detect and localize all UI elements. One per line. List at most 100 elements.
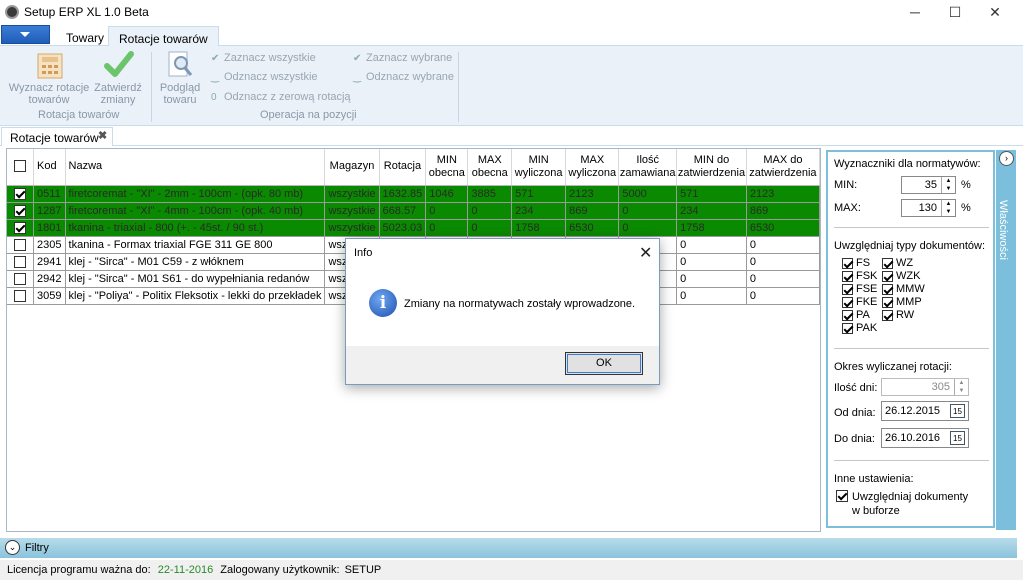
spinner-arrows-icon[interactable]: ▲ ▼ bbox=[941, 200, 955, 216]
product-preview-button[interactable]: Podgląd towaru bbox=[156, 82, 204, 106]
checkbox[interactable] bbox=[842, 296, 853, 308]
row-checkbox-cell[interactable] bbox=[7, 185, 35, 203]
table-cell: tkanina - Formax triaxial FGE 311 GE 800 bbox=[65, 236, 326, 254]
tab-rotacje-towarow[interactable]: Rotacje towarów bbox=[108, 26, 219, 47]
minimize-button[interactable]: ─ bbox=[895, 0, 935, 24]
doc-type-label: RW bbox=[896, 309, 915, 321]
calculate-rotations-button[interactable]: Wyznacz rotacje towarów bbox=[8, 82, 90, 106]
doc-type-checkbox-wzk[interactable]: WZK bbox=[882, 270, 920, 282]
expand-filters-icon[interactable]: ⌄ bbox=[5, 540, 20, 555]
collapse-panel-icon[interactable]: › bbox=[999, 151, 1014, 166]
close-tab-icon[interactable]: ✖ bbox=[98, 129, 107, 142]
document-tab-rotacje[interactable]: Rotacje towarów bbox=[1, 127, 113, 146]
column-header-ilosc-zamawiana[interactable]: Ilość zamawiana bbox=[618, 149, 678, 186]
spinner-arrows-icon[interactable]: ▲ ▼ bbox=[941, 177, 955, 193]
checkbox[interactable] bbox=[842, 283, 853, 295]
row-checkbox-cell[interactable] bbox=[7, 219, 35, 237]
row-checkbox-cell[interactable] bbox=[7, 202, 35, 220]
doc-type-checkbox-fsk[interactable]: FSK bbox=[842, 270, 877, 282]
row-checkbox[interactable] bbox=[14, 204, 27, 217]
table-cell: 0 bbox=[425, 219, 469, 237]
confirm-changes-button[interactable]: Zatwierdź zmiany bbox=[92, 82, 144, 106]
license-date: 22-11-2016 bbox=[157, 564, 214, 576]
row-checkbox-cell[interactable] bbox=[7, 270, 35, 288]
table-cell: 0 bbox=[676, 287, 747, 305]
column-header-rotacja[interactable]: Rotacja bbox=[379, 149, 427, 186]
row-checkbox[interactable] bbox=[14, 221, 27, 234]
checkbox[interactable] bbox=[842, 257, 853, 269]
column-header-kod[interactable]: Kod bbox=[33, 149, 66, 186]
checkbox[interactable] bbox=[882, 257, 893, 269]
deselect-zero-label: Odznacz z zerową rotacją bbox=[224, 91, 351, 103]
min-label: MIN: bbox=[834, 179, 858, 191]
row-checkbox[interactable] bbox=[14, 187, 27, 200]
doc-type-checkbox-wz[interactable]: WZ bbox=[882, 257, 913, 269]
column-header-min-wyliczona[interactable]: MIN wyliczona bbox=[511, 149, 567, 186]
to-date-field[interactable]: 26.10.2016 15 bbox=[881, 428, 969, 448]
doc-type-checkbox-mmp[interactable]: MMP bbox=[882, 296, 922, 308]
checkbox[interactable] bbox=[882, 309, 893, 321]
checkbox[interactable] bbox=[882, 283, 893, 295]
uncheck-icon: ‿ bbox=[353, 71, 362, 83]
doc-type-checkbox-pak[interactable]: PAK bbox=[842, 322, 877, 334]
from-date-field[interactable]: 26.12.2015 15 bbox=[881, 401, 969, 421]
table-cell: klej - "Poliya" - Politix Fleksotix - le… bbox=[65, 287, 326, 305]
column-header-min-do-zatwierdzenia[interactable]: MIN do zatwierdzenia bbox=[676, 149, 747, 186]
row-checkbox[interactable] bbox=[14, 238, 27, 251]
column-header-nazwa[interactable]: Nazwa bbox=[65, 149, 326, 186]
select-chosen-button[interactable]: ✔ Zaznacz wybrane bbox=[353, 52, 452, 64]
calendar-icon[interactable]: 15 bbox=[950, 404, 965, 418]
table-cell: 3885 bbox=[467, 185, 513, 203]
buffer-checkbox[interactable] bbox=[836, 490, 848, 503]
app-menu-button[interactable] bbox=[1, 25, 50, 44]
column-header-magazyn[interactable]: Magazyn bbox=[324, 149, 380, 186]
filters-bar[interactable] bbox=[0, 538, 1017, 558]
doc-type-checkbox-mmw[interactable]: MMW bbox=[882, 283, 925, 295]
calendar-icon[interactable]: 15 bbox=[950, 431, 965, 445]
tab-towary[interactable]: Towary bbox=[56, 26, 114, 47]
close-window-button[interactable]: ✕ bbox=[975, 0, 1015, 24]
row-checkbox-cell[interactable] bbox=[7, 236, 35, 254]
select-all-column-header[interactable] bbox=[7, 149, 35, 186]
table-row[interactable]: 1287 firetcoremat - "XI" - 4mm - 100cm - … bbox=[7, 202, 821, 220]
dialog-close-button[interactable]: ✕ bbox=[639, 243, 652, 263]
dialog-title: Info bbox=[354, 247, 373, 259]
checkbox[interactable] bbox=[882, 270, 893, 282]
row-checkbox-cell[interactable] bbox=[7, 287, 35, 305]
min-spinner[interactable]: 35 ▲ ▼ bbox=[901, 176, 956, 194]
filters-label: Filtry bbox=[25, 542, 49, 554]
calculate-rotations-label-2: towarów bbox=[28, 94, 70, 106]
checkbox[interactable] bbox=[842, 270, 853, 282]
checkbox[interactable] bbox=[882, 296, 893, 308]
checkbox[interactable] bbox=[842, 322, 853, 334]
ok-button[interactable]: OK bbox=[565, 352, 643, 375]
doc-type-label: FKE bbox=[856, 296, 878, 308]
doc-type-checkbox-fs[interactable]: FS bbox=[842, 257, 870, 269]
doc-type-checkbox-pa[interactable]: PA bbox=[842, 309, 870, 321]
column-header-max-wyliczona[interactable]: MAX wyliczona bbox=[565, 149, 620, 186]
row-checkbox[interactable] bbox=[14, 255, 27, 268]
doc-type-checkbox-rw[interactable]: RW bbox=[882, 309, 914, 321]
max-spinner[interactable]: 130 ▲ ▼ bbox=[901, 199, 956, 217]
checkbox[interactable] bbox=[842, 309, 853, 321]
header-checkbox[interactable] bbox=[14, 160, 27, 173]
column-header-max-obecna[interactable]: MAX obecna bbox=[467, 149, 513, 186]
maximize-button[interactable]: ☐ bbox=[935, 0, 975, 24]
row-checkbox-cell[interactable] bbox=[7, 253, 35, 271]
deselect-all-button[interactable]: ‿ Odznacz wszystkie bbox=[211, 71, 318, 83]
select-all-button[interactable]: ✔ Zaznacz wszystkie bbox=[211, 52, 316, 64]
buffer-checkbox-row[interactable] bbox=[836, 490, 848, 503]
divider bbox=[834, 460, 989, 461]
doc-types-title: Uwzględniaj typy dokumentów: bbox=[834, 240, 986, 252]
column-header-max-do-zatwierdzenia[interactable]: MAX do zatwierdzenia bbox=[746, 149, 821, 186]
doc-type-checkbox-fse[interactable]: FSE bbox=[842, 283, 877, 295]
table-row[interactable]: 1801 tkanina - triaxial - 800 (+. - 45st.… bbox=[7, 219, 821, 237]
deselect-chosen-button[interactable]: ‿ Odznacz wybrane bbox=[353, 71, 454, 83]
doc-type-checkbox-fke[interactable]: FKE bbox=[842, 296, 877, 308]
column-header-min-obecna[interactable]: MIN obecna bbox=[425, 149, 469, 186]
ribbon-panel bbox=[0, 46, 1023, 126]
table-row[interactable]: 0511 firetcoremat - "XI" - 2mm - 100cm - … bbox=[7, 185, 821, 203]
row-checkbox[interactable] bbox=[14, 272, 27, 285]
row-checkbox[interactable] bbox=[14, 289, 27, 302]
deselect-zero-rotation-button[interactable]: 0 Odznacz z zerową rotacją bbox=[211, 91, 351, 103]
